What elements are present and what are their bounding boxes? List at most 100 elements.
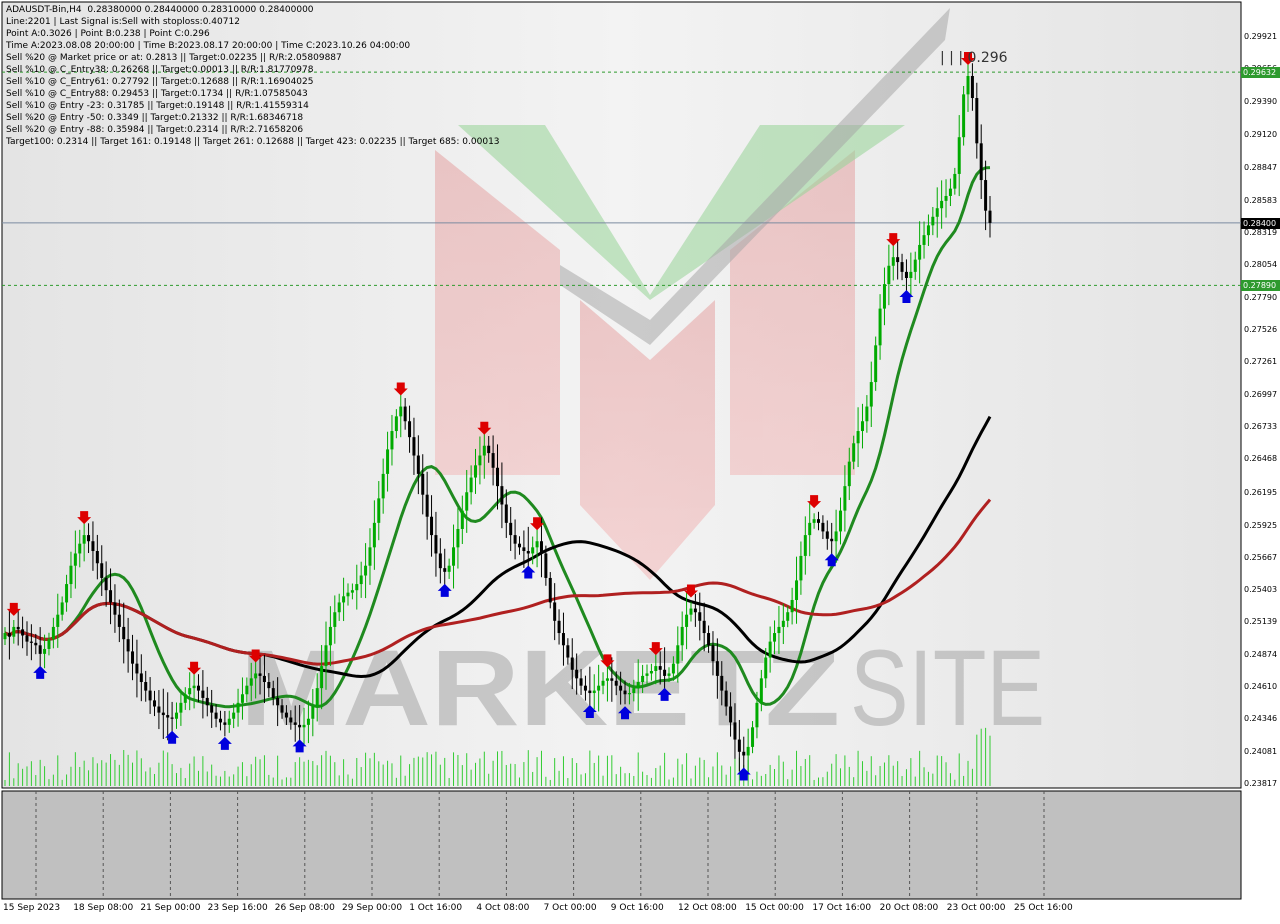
candle-body [918, 244, 922, 260]
candle-body [632, 688, 636, 694]
volume-bar [281, 779, 283, 786]
volume-bar [35, 775, 37, 786]
candle-body [311, 706, 315, 719]
candle-body [135, 663, 139, 674]
candle-body [812, 519, 816, 523]
candle-body [342, 596, 346, 603]
candle-body [663, 669, 667, 676]
candle-body [592, 690, 596, 694]
volume-bar [892, 765, 894, 786]
candle-body [874, 345, 878, 383]
volume-bar [263, 755, 265, 786]
volume-bar [294, 762, 296, 786]
candle-body [372, 522, 376, 548]
price-tick-label: 0.28847 [1244, 163, 1278, 173]
candle-body [799, 555, 803, 581]
volume-bar [241, 762, 243, 786]
volume-bar [140, 758, 142, 786]
candle-body [456, 528, 460, 548]
candle-body [196, 685, 200, 691]
volume-bar [637, 752, 639, 786]
price-chart[interactable]: MARKETZ SITE | | | 0.296 [0, 0, 1280, 920]
volume-bar [17, 763, 19, 786]
volume-bar [13, 778, 15, 786]
candle-body [970, 75, 974, 99]
volume-bar [132, 762, 134, 786]
volume-bar [44, 766, 46, 786]
volume-bar [681, 764, 683, 786]
candle-body [597, 685, 601, 691]
price-tick-label: 0.26733 [1244, 421, 1278, 431]
candle-body [425, 494, 429, 517]
candle-body [43, 648, 47, 654]
candle-body [654, 666, 658, 671]
volume-bar [259, 759, 261, 786]
volume-bar [655, 768, 657, 786]
volume-bar [866, 770, 868, 786]
volume-bar [435, 751, 437, 786]
volume-bar [316, 765, 318, 786]
volume-bar [527, 750, 529, 786]
candle-body [245, 685, 249, 695]
volume-bar [958, 753, 960, 786]
volume-bar [453, 752, 455, 786]
price-tick-label: 0.25667 [1244, 552, 1278, 562]
candle-body [966, 75, 970, 95]
candle-body [764, 657, 768, 679]
candle-body [214, 712, 218, 719]
candle-body [416, 455, 420, 474]
volume-bar [857, 750, 859, 786]
candle-body [69, 565, 73, 585]
candle-body [953, 173, 957, 189]
price-tick-label: 0.28319 [1244, 227, 1278, 237]
candle-body [192, 685, 196, 689]
volume-bar [470, 769, 472, 786]
volume-bar [431, 754, 433, 786]
candle-body [913, 259, 917, 272]
volume-bar [545, 776, 547, 786]
candle-body [104, 577, 108, 591]
volume-bar [329, 755, 331, 786]
candle-body [781, 620, 785, 627]
volume-bar [668, 779, 670, 786]
volume-bar [813, 779, 815, 786]
volume-bar [765, 774, 767, 786]
candle-body [636, 682, 640, 689]
candle-body [271, 688, 275, 698]
volume-bar [417, 756, 419, 786]
volume-bar [769, 764, 771, 786]
volume-bar [233, 774, 235, 786]
candle-body [808, 522, 812, 536]
candle-body [328, 626, 332, 646]
volume-bar [70, 766, 72, 786]
volume-bar [79, 766, 81, 786]
volume-bar [39, 759, 41, 786]
time-tick-label: 4 Oct 08:00 [476, 903, 530, 913]
volume-bar [171, 764, 173, 786]
candle-body [131, 651, 135, 664]
volume-bar [285, 777, 287, 786]
candle-body [557, 620, 561, 634]
volume-bar [796, 750, 798, 786]
volume-bar [848, 766, 850, 786]
candle-body [676, 645, 680, 664]
volume-bar [835, 754, 837, 786]
time-tick-label: 15 Oct 00:00 [745, 903, 804, 913]
candle-body [544, 553, 548, 578]
volume-bar [162, 750, 164, 786]
volume-bar [466, 753, 468, 786]
volume-bar [818, 777, 820, 786]
candle-body [394, 416, 398, 432]
volume-bar [307, 759, 309, 786]
volume-bar [74, 752, 76, 786]
candle-body [698, 612, 702, 621]
candle-body [865, 406, 869, 422]
candle-body [940, 200, 944, 209]
volume-bar [989, 735, 991, 786]
volume-bar [615, 774, 617, 786]
volume-bar [101, 760, 103, 786]
candle-body [34, 642, 38, 646]
candle-body [922, 235, 926, 245]
volume-bar [725, 774, 727, 786]
time-tick-label: 20 Oct 08:00 [879, 903, 939, 913]
